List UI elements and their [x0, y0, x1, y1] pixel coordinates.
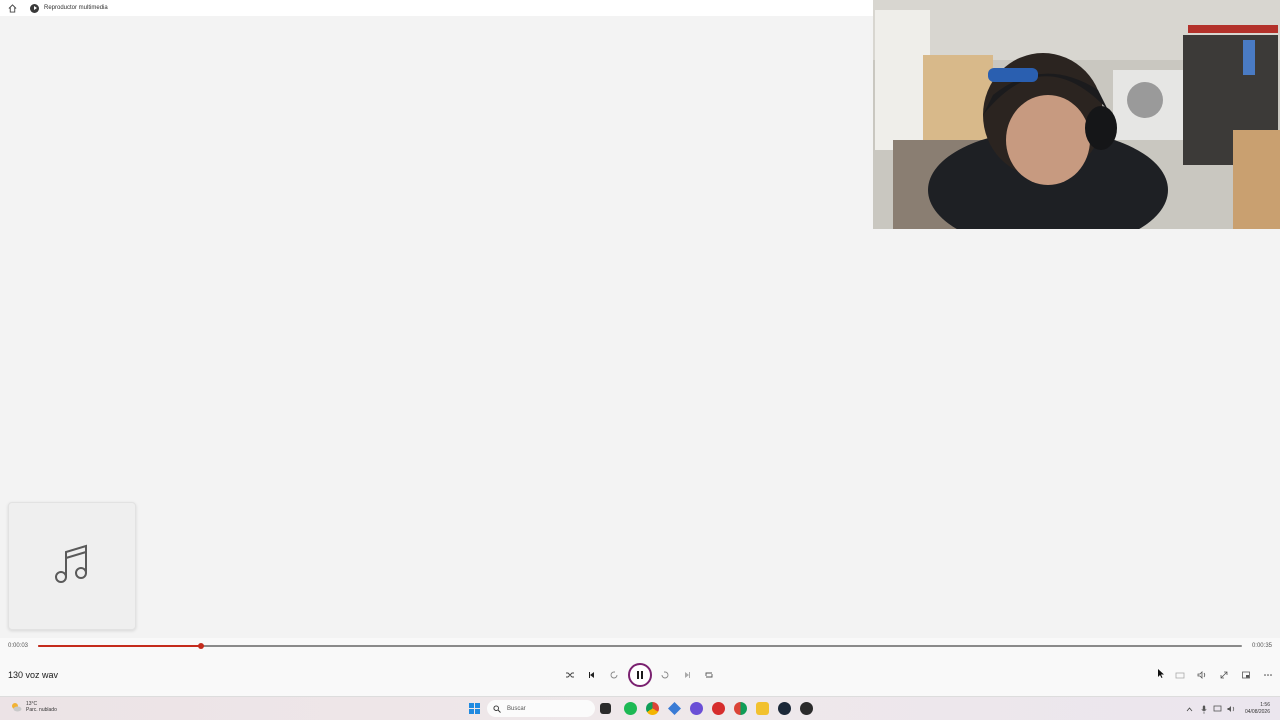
subtitles-button[interactable] [1172, 667, 1188, 683]
network-icon[interactable] [1213, 704, 1223, 714]
forward-30-button[interactable] [657, 667, 673, 683]
volume-icon [1197, 671, 1206, 679]
chrome-profile-icon[interactable] [734, 702, 747, 715]
clock[interactable]: 1:56 04/08/2026 [1245, 702, 1270, 716]
rewind-10-button[interactable] [606, 667, 622, 683]
shuffle-button[interactable] [562, 667, 578, 683]
subtitles-icon [1175, 672, 1185, 679]
chrome-icon[interactable] [646, 702, 659, 715]
shuffle-icon [566, 672, 574, 678]
taskbar-search[interactable]: Buscar [487, 700, 595, 717]
system-tray: 1:56 04/08/2026 [1181, 700, 1270, 718]
previous-button[interactable] [584, 667, 600, 683]
album-art [8, 502, 136, 630]
microphone-icon[interactable] [1199, 704, 1209, 714]
seek-progress [38, 645, 201, 647]
spotify-icon[interactable] [624, 702, 637, 715]
fullscreen-button[interactable] [1216, 667, 1232, 683]
player-bar: 0:00:03 0:00:35 130 voz wav [0, 638, 1280, 696]
music-note-icon [52, 542, 92, 591]
taskbar: 13°C Parc. nublado Buscar 1:56 04/08/202… [0, 696, 1280, 720]
file-explorer-icon[interactable] [756, 702, 769, 715]
pause-button[interactable] [628, 663, 652, 687]
mini-player-button[interactable] [1238, 667, 1254, 683]
speaker-icon[interactable] [1227, 704, 1237, 714]
media-player-app-icon [30, 3, 39, 13]
seek-thumb[interactable] [197, 643, 204, 649]
app-icon-blue[interactable] [668, 702, 681, 715]
partly-cloudy-icon [12, 703, 22, 712]
webcam-overlay [873, 0, 1280, 229]
chevron-up-icon[interactable] [1185, 704, 1195, 714]
forward-icon [661, 671, 669, 679]
app-icon-purple[interactable] [690, 702, 703, 715]
window-title: Reproductor multimedia [44, 5, 108, 11]
previous-icon [589, 672, 594, 678]
more-icon [1264, 674, 1272, 676]
next-button[interactable] [679, 667, 695, 683]
fullscreen-icon [1220, 671, 1228, 679]
start-button[interactable] [469, 703, 480, 714]
next-icon [685, 672, 690, 678]
current-time: 0:00:03 [8, 643, 29, 649]
media-player-taskbar-icon[interactable] [800, 702, 813, 715]
more-options-button[interactable] [1260, 667, 1276, 683]
pause-icon [637, 671, 639, 679]
weather-widget[interactable]: 13°C Parc. nublado [10, 701, 57, 713]
total-time: 0:00:35 [1251, 643, 1272, 649]
track-title[interactable]: 130 voz wav [8, 670, 58, 680]
search-icon [493, 704, 501, 713]
repeat-icon [705, 672, 713, 678]
search-placeholder: Buscar [507, 705, 526, 712]
task-view-icon[interactable] [600, 703, 611, 714]
home-icon[interactable] [7, 3, 17, 13]
steam-icon[interactable] [778, 702, 791, 715]
mouse-cursor-icon [1158, 669, 1164, 678]
app-icon-red[interactable] [712, 702, 725, 715]
clock-date: 04/08/2026 [1244, 709, 1270, 715]
rewind-icon [610, 671, 618, 679]
seek-bar[interactable] [38, 643, 1242, 649]
mini-player-icon [1242, 671, 1250, 679]
clock-time: 1:56 [1260, 702, 1270, 708]
title-bar: Reproductor multimedia [0, 0, 873, 16]
weather-desc: Parc. nublado [26, 707, 57, 713]
volume-button[interactable] [1194, 667, 1210, 683]
repeat-button[interactable] [701, 667, 717, 683]
